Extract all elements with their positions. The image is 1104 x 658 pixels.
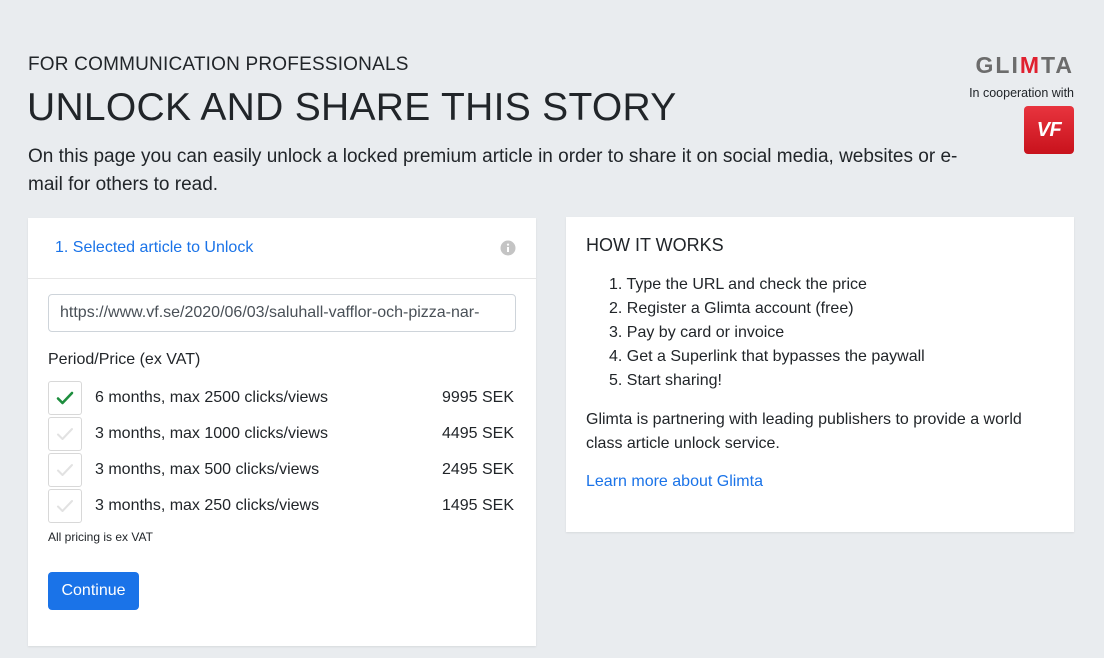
list-item: 1. Type the URL and check the price xyxy=(609,276,867,293)
option-label: 6 months, max 2500 clicks/views xyxy=(95,389,328,406)
glimta-logo-text: GLIMTA xyxy=(975,51,1074,78)
step-selected-article-tab[interactable]: 1. Selected article to Unlock xyxy=(55,239,253,257)
cooperation-label: In cooperation with xyxy=(969,86,1074,100)
period-option[interactable]: 6 months, max 2500 clicks/views 9995 SEK xyxy=(48,380,516,416)
list-item: 5. Start sharing! xyxy=(609,372,722,389)
option-price: 4495 SEK xyxy=(441,425,514,442)
option-label: 3 months, max 1000 clicks/views xyxy=(95,425,328,442)
glimta-logo[interactable]: GLIMTA xyxy=(976,52,1074,78)
option-price: 2495 SEK xyxy=(441,461,514,478)
option-price: 9995 SEK xyxy=(441,389,514,406)
checkbox-unchecked[interactable] xyxy=(48,453,82,487)
page-eyebrow: FOR COMMUNICATION PROFESSIONALS xyxy=(28,54,409,75)
period-price-label: Period/Price (ex VAT) xyxy=(48,351,201,368)
learn-more-link[interactable]: Learn more about Glimta xyxy=(586,473,763,491)
option-label: 3 months, max 500 clicks/views xyxy=(95,461,320,478)
article-url-input[interactable] xyxy=(48,294,516,332)
brand-block: GLIMTA In cooperation with VF xyxy=(924,52,1074,154)
list-item: 2. Register a Glimta account (free) xyxy=(609,300,854,317)
vf-partner-logo[interactable]: VF xyxy=(1024,106,1074,154)
checkbox-unchecked[interactable] xyxy=(48,489,82,523)
list-item: 4. Get a Superlink that bypasses the pay… xyxy=(609,348,925,365)
list-item: 3. Pay by card or invoice xyxy=(609,324,785,341)
period-options: 6 months, max 2500 clicks/views 9995 SEK… xyxy=(48,380,516,524)
pricing-note: All pricing is ex VAT xyxy=(48,530,153,544)
info-icon[interactable] xyxy=(500,240,516,256)
partner-text: Glimta is partnering with leading publis… xyxy=(586,411,1022,452)
how-it-works-card: HOW IT WORKS 1. Type the URL and check t… xyxy=(566,217,1074,532)
unlock-card-header: 1. Selected article to Unlock xyxy=(28,218,536,279)
option-label: 3 months, max 250 clicks/views xyxy=(95,497,320,514)
steps-list: 1. Type the URL and check the price 2. R… xyxy=(586,273,925,393)
page-lead: On this page you can easily unlock a loc… xyxy=(28,146,958,195)
option-price: 1495 SEK xyxy=(441,497,514,514)
continue-button[interactable]: Continue xyxy=(48,572,139,610)
how-it-works-title: HOW IT WORKS xyxy=(586,235,724,255)
check-icon xyxy=(56,391,74,405)
check-icon xyxy=(57,500,73,512)
period-option[interactable]: 3 months, max 250 clicks/views 1495 SEK xyxy=(48,488,516,524)
unlock-card: 1. Selected article to Unlock Period/Pri… xyxy=(28,218,536,646)
period-option[interactable]: 3 months, max 500 clicks/views 2495 SEK xyxy=(48,452,516,488)
checkbox-checked[interactable] xyxy=(48,381,82,415)
period-option[interactable]: 3 months, max 1000 clicks/views 4495 SEK xyxy=(48,416,516,452)
checkbox-unchecked[interactable] xyxy=(48,417,82,451)
check-icon xyxy=(57,464,73,476)
page-title: UNLOCK AND SHARE THIS STORY xyxy=(27,86,677,129)
check-icon xyxy=(57,428,73,440)
